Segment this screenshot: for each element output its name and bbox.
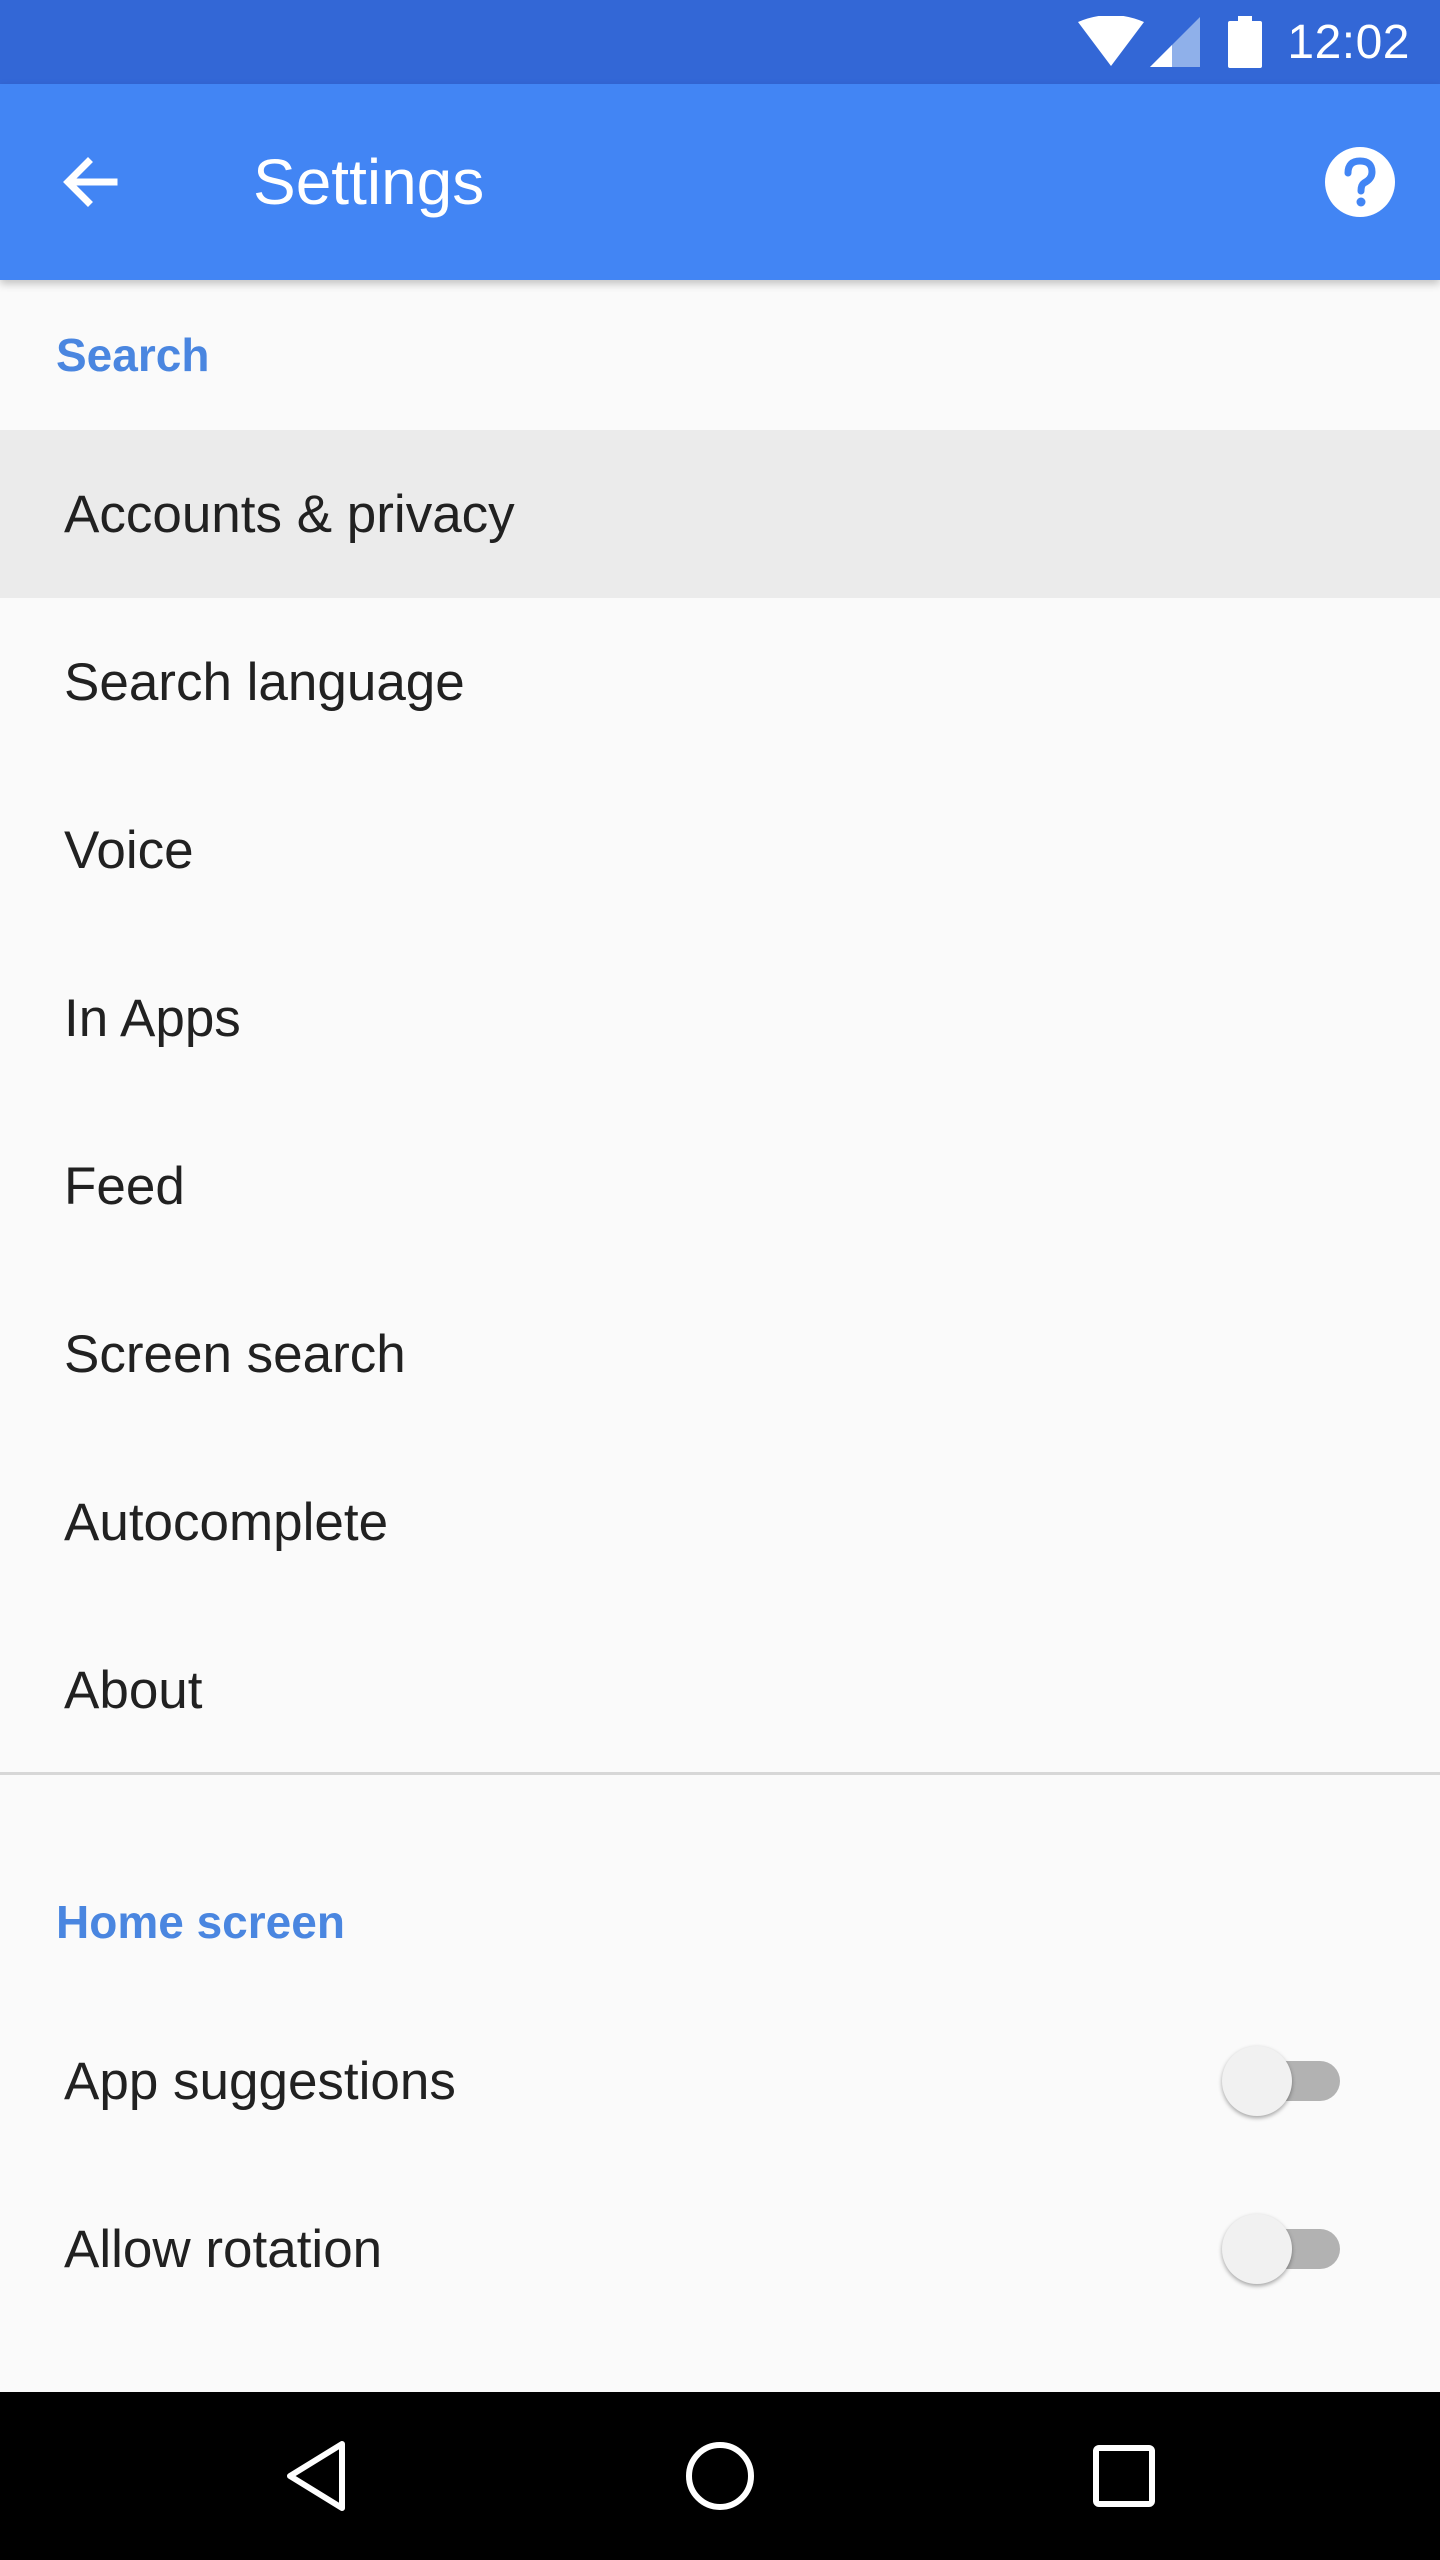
arrow-back-icon bbox=[63, 157, 118, 207]
list-item-label: About bbox=[64, 1660, 203, 1720]
nav-home-icon bbox=[686, 2442, 754, 2510]
wifi-icon bbox=[1078, 0, 1144, 84]
list-item-in-apps[interactable]: In Apps bbox=[0, 934, 1440, 1102]
list-item-screen-search[interactable]: Screen search bbox=[0, 1270, 1440, 1438]
navigation-bar bbox=[0, 2392, 1440, 2560]
nav-recents-button[interactable] bbox=[1044, 2392, 1204, 2560]
nav-back-button[interactable] bbox=[236, 2392, 396, 2560]
list-item-allow-rotation[interactable]: Allow rotation bbox=[0, 2165, 1440, 2333]
list-item-app-suggestions[interactable]: App suggestions bbox=[0, 1997, 1440, 2165]
list-item-label: Voice bbox=[64, 820, 194, 880]
app-bar: Settings bbox=[0, 84, 1440, 280]
page-title: Settings bbox=[253, 146, 485, 218]
list-item-label: Screen search bbox=[64, 1324, 406, 1384]
list-item-about[interactable]: About bbox=[0, 1606, 1440, 1774]
nav-home-button[interactable] bbox=[640, 2392, 800, 2560]
settings-screen: 12:02 Settings Search Accounts & privacy… bbox=[0, 0, 1440, 2560]
back-button[interactable] bbox=[42, 134, 138, 230]
status-time: 12:02 bbox=[1287, 15, 1410, 69]
list-item-label: Autocomplete bbox=[64, 1492, 389, 1552]
battery-icon bbox=[1228, 0, 1262, 84]
allow-rotation-toggle[interactable] bbox=[1222, 2214, 1340, 2284]
app-suggestions-toggle[interactable] bbox=[1222, 2046, 1340, 2116]
section-header-search: Search bbox=[56, 329, 210, 381]
nav-back-icon bbox=[287, 2441, 345, 2511]
list-item-accounts-privacy[interactable]: Accounts & privacy bbox=[0, 430, 1440, 598]
toggle-thumb bbox=[1222, 2214, 1292, 2284]
list-item-label: Search language bbox=[64, 652, 465, 712]
section-header-home-screen: Home screen bbox=[56, 1896, 345, 1948]
list-item-label: App suggestions bbox=[64, 2051, 456, 2111]
cell-signal-icon bbox=[1150, 0, 1200, 84]
list-item-label: In Apps bbox=[64, 988, 241, 1048]
help-circle-icon bbox=[1325, 147, 1395, 217]
status-bar: 12:02 bbox=[0, 0, 1440, 84]
help-button[interactable] bbox=[1320, 142, 1400, 222]
list-item-label: Accounts & privacy bbox=[64, 484, 515, 544]
nav-recents-icon bbox=[1093, 2445, 1155, 2507]
list-item-label: Allow rotation bbox=[64, 2219, 383, 2279]
list-item-feed[interactable]: Feed bbox=[0, 1102, 1440, 1270]
list-item-voice[interactable]: Voice bbox=[0, 766, 1440, 934]
list-item-autocomplete[interactable]: Autocomplete bbox=[0, 1438, 1440, 1606]
list-item-search-language[interactable]: Search language bbox=[0, 598, 1440, 766]
toggle-thumb bbox=[1222, 2046, 1292, 2116]
settings-list: Search Accounts & privacy Search languag… bbox=[0, 280, 1440, 2333]
list-item-label: Feed bbox=[64, 1156, 185, 1216]
